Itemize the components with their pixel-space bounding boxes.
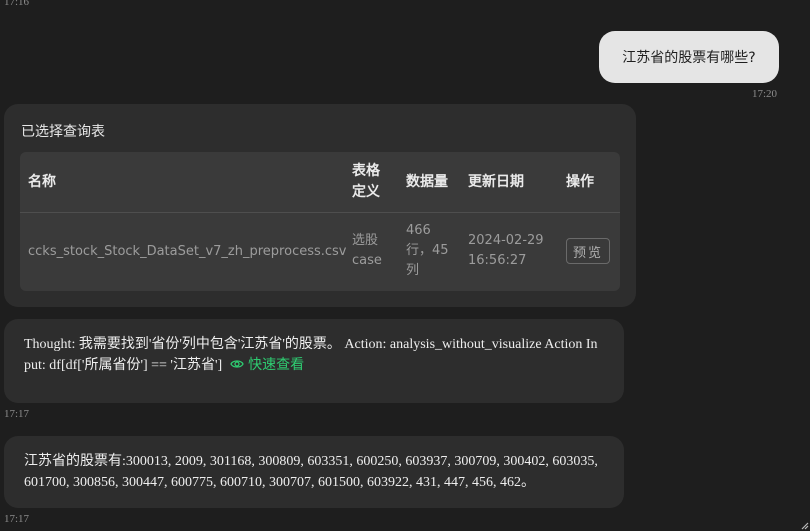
table-name-cell: ccks_stock_Stock_DataSet_v7_zh_preproces… [28,244,347,259]
table-definition-cell: 选股 case [352,233,382,268]
resize-handle-icon[interactable] [800,520,810,531]
table-count-cell: 466 行，45 列 [406,223,449,278]
answer-line: 601700, 300856, 300447, 600775, 600710, … [24,475,535,490]
answer-message-bubble: 江苏省的股票有:300013, 2009, 301168, 300809, 60… [4,436,624,508]
selected-table-card: 已选择查询表 名称 表格 定义 数据量 更新日期 操作 ccks_stock_S… [4,104,636,307]
user-message-bubble: 江苏省的股票有哪些? [599,31,779,83]
quick-view-link[interactable]: 快速查看 [230,358,304,373]
eye-icon [230,360,244,368]
column-header-actions: 操作 [566,174,594,190]
thought-line: put: df[df['所属省份'] == '江苏省'] 快速查看 [24,358,305,373]
timestamp: 17:16 [4,0,30,8]
timestamp: 17:17 [4,513,30,525]
user-message-text: 江苏省的股票有哪些? [622,50,756,66]
thought-line: Thought: 我需要找到'省份'列中包含'江苏省'的股票。 Action: … [24,337,598,352]
preview-button[interactable]: 预览 [566,238,610,264]
table-date-cell: 2024-02-29 16:56:27 [468,233,544,268]
query-table: 名称 表格 定义 数据量 更新日期 操作 ccks_stock_Stock_Da… [20,152,620,291]
card-title: 已选择查询表 [21,124,105,140]
answer-message-text: 江苏省的股票有:300013, 2009, 301168, 300809, 60… [24,451,604,493]
column-header-date: 更新日期 [468,174,524,190]
thought-message-text: Thought: 我需要找到'省份'列中包含'江苏省'的股票。 Action: … [24,334,604,376]
table-header: 名称 表格 定义 数据量 更新日期 操作 [20,152,620,213]
column-header-definition: 表格 定义 [352,163,380,200]
column-header-name: 名称 [28,174,56,190]
thought-message-bubble: Thought: 我需要找到'省份'列中包含'江苏省'的股票。 Action: … [4,319,624,403]
answer-line: 江苏省的股票有:300013, 2009, 301168, 300809, 60… [24,454,598,469]
chat-page: 17:16 江苏省的股票有哪些? 17:20 已选择查询表 名称 表格 定义 数… [0,0,810,531]
column-header-count: 数据量 [406,174,448,190]
timestamp: 17:17 [4,408,30,420]
timestamp: 17:20 [752,88,778,100]
